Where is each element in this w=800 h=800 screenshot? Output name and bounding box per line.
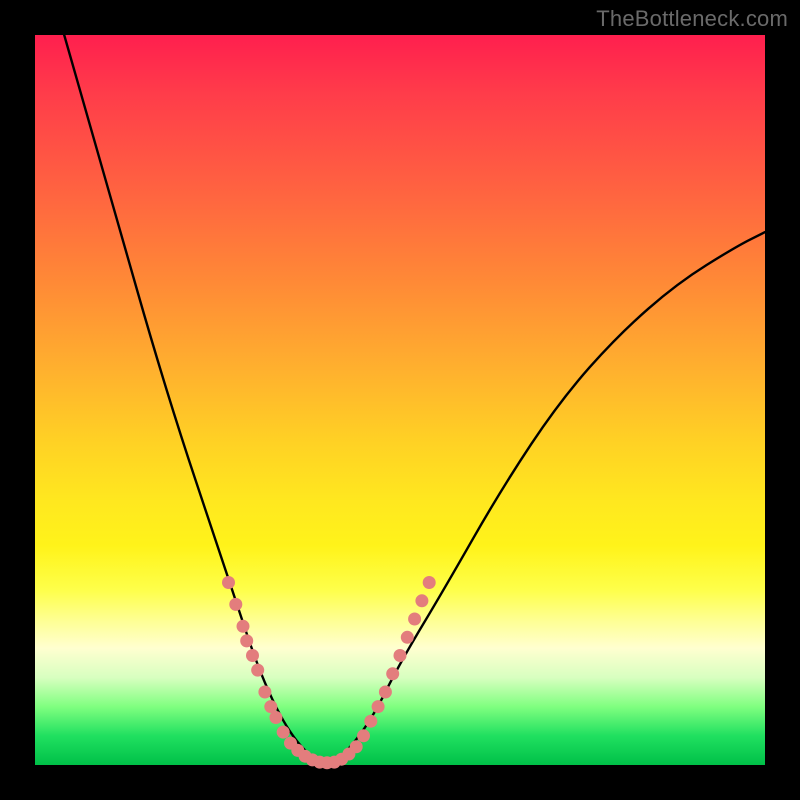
chart-frame: TheBottleneck.com [0,0,800,800]
trough-marker [350,740,363,753]
plot-area [35,35,765,765]
trough-marker [277,726,290,739]
bottleneck-curve [64,35,765,763]
trough-marker [222,576,235,589]
trough-marker [423,576,436,589]
trough-marker [386,667,399,680]
trough-marker [379,686,392,699]
trough-marker [408,613,421,626]
trough-markers [222,576,436,769]
trough-marker [394,649,407,662]
trough-marker [237,620,250,633]
trough-marker [401,631,414,644]
trough-marker [364,715,377,728]
trough-marker [246,649,259,662]
trough-marker [229,598,242,611]
bottleneck-curve-svg [35,35,765,765]
trough-marker [258,686,271,699]
trough-marker [269,711,282,724]
trough-marker [240,634,253,647]
trough-marker [357,729,370,742]
curve-group [64,35,765,769]
trough-marker [251,664,264,677]
watermark-text: TheBottleneck.com [596,6,788,32]
trough-marker [415,594,428,607]
trough-marker [372,700,385,713]
